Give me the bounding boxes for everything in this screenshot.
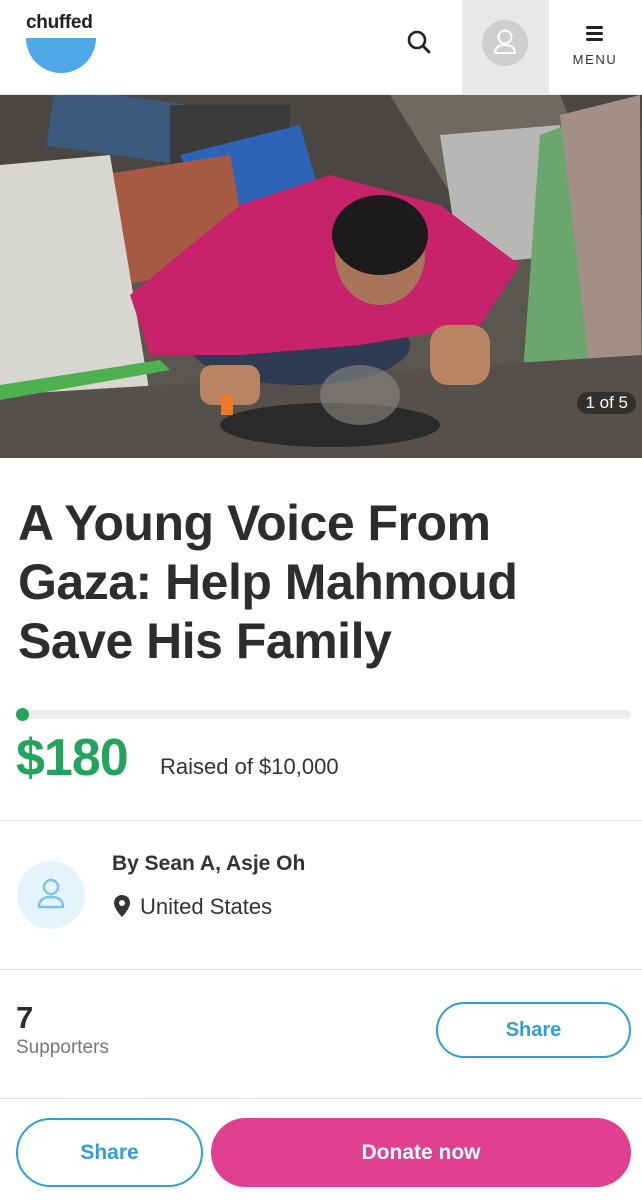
account-button[interactable] (462, 0, 549, 95)
raised-amount: $180 (16, 729, 129, 787)
chuffed-logo[interactable]: chuffed (24, 12, 100, 76)
location-text: United States (140, 894, 273, 919)
location-pin-icon (114, 895, 130, 917)
section-divider (0, 969, 642, 970)
organiser-avatar[interactable] (17, 861, 85, 929)
donate-now-button[interactable]: Donate now (211, 1118, 631, 1187)
menu-button[interactable]: MENU (560, 18, 630, 78)
campaign-title: A Young Voice From Gaza: Help Mahmoud Sa… (18, 495, 518, 669)
supporters-count: 7 (16, 1000, 34, 1035)
hamburger-icon (586, 26, 603, 41)
progress-dot (16, 708, 29, 721)
user-avatar (482, 20, 528, 66)
logo-text: chuffed (26, 12, 93, 33)
organiser-location: United States (112, 894, 272, 920)
user-icon (37, 878, 65, 909)
search-button[interactable] (398, 22, 442, 66)
site-header: chuffed MENU (0, 0, 642, 95)
campaign-photo (0, 95, 642, 458)
raised-of-goal: Raised of $10,000 (160, 754, 339, 779)
logo-bowl-icon (26, 38, 96, 73)
user-icon (494, 29, 516, 54)
organiser-name[interactable]: By Sean A, Asje Oh (112, 852, 305, 876)
image-counter: 1 of 5 (577, 392, 636, 414)
share-button-bottom[interactable]: Share (16, 1118, 203, 1187)
supporters-label: Supporters (16, 1037, 109, 1058)
campaign-photo-carousel[interactable]: 1 of 5 (0, 95, 642, 458)
campaign-page: chuffed MENU 1 of 5 A Young Voice From G… (0, 0, 642, 1200)
menu-label: MENU (572, 52, 618, 67)
section-divider (0, 820, 642, 821)
search-icon (407, 30, 431, 54)
share-button[interactable]: Share (436, 1002, 631, 1058)
funding-progress-bar (18, 710, 631, 719)
bottom-action-bar: Share Donate now (0, 1098, 642, 1200)
